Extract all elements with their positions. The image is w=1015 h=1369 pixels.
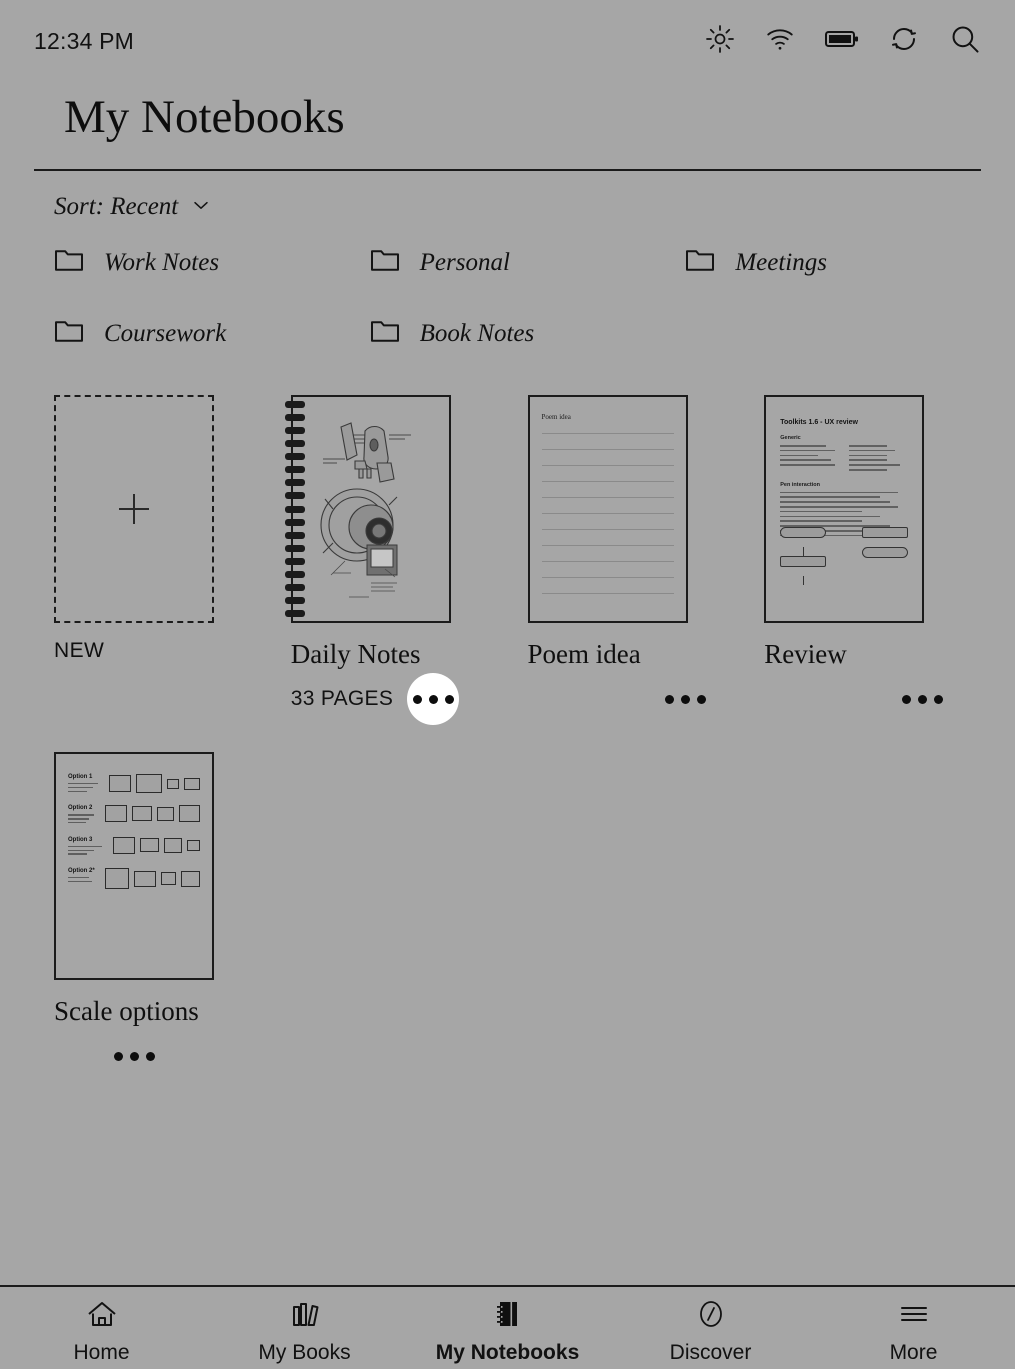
more-options-icon[interactable]: [896, 673, 948, 725]
folder-label: Book Notes: [419, 319, 535, 347]
notebook-thumbnail[interactable]: Option 1 Option 2 Option 3 Option 2*: [54, 752, 214, 981]
notebook-title: Review: [764, 639, 847, 669]
notebook-card-footer: [528, 676, 744, 722]
notebook-card-footer: 33 PAGES: [290, 673, 507, 726]
notebook-card-footer: [54, 1033, 214, 1079]
nav-item-more[interactable]: More: [812, 1292, 1015, 1365]
wifi-icon[interactable]: [765, 24, 795, 59]
folder-item-book-notes[interactable]: Book Notes: [350, 318, 666, 349]
folder-label: Work Notes: [104, 248, 220, 276]
thumbnail-option-label: Option 3: [68, 836, 93, 843]
notebook-thumbnail[interactable]: [284, 395, 451, 623]
thumbnail-option-label: Option 2: [68, 805, 93, 812]
home-icon: [85, 1298, 119, 1335]
sketch-thumbnail-art: [320, 422, 411, 598]
brightness-icon[interactable]: [705, 24, 735, 59]
nav-label: More: [889, 1340, 938, 1364]
sort-dropdown[interactable]: Sort: Recent: [54, 193, 212, 221]
folder-label: Coursework: [104, 319, 227, 347]
sync-icon[interactable]: [889, 24, 919, 59]
bottom-navigation: Home My Books My Notebooks Discover More: [0, 1285, 1015, 1369]
folder-list: Work Notes Personal Meetings Coursework …: [0, 221, 1015, 349]
notebook-card-new[interactable]: NEW: [34, 395, 270, 722]
nav-item-home[interactable]: Home: [0, 1292, 203, 1365]
notebooks-screen: 12:34 PM My Notebooks Sort: Recent Work …: [0, 0, 1015, 1369]
thumbnail-option-label: Option 2*: [68, 868, 95, 875]
thumbnail-title: Toolkits 1.6 - UX review: [780, 419, 858, 426]
spiral-binding: [284, 401, 305, 617]
notebook-grid: NEW Daily Notes 33 PAGES Poem idea Poem …: [0, 349, 1015, 1285]
notebook-title: Scale options: [54, 996, 199, 1027]
notebook-title: NEW: [54, 639, 105, 662]
folder-icon: [685, 247, 715, 278]
nav-label: My Books: [258, 1340, 351, 1364]
more-options-icon[interactable]: [108, 1030, 160, 1082]
battery-icon[interactable]: [825, 27, 859, 56]
search-icon[interactable]: [949, 23, 981, 60]
folder-icon: [54, 247, 84, 278]
thumbnail-option-label: Option 1: [68, 774, 93, 781]
compass-icon: [694, 1298, 728, 1335]
more-options-icon[interactable]: [407, 673, 460, 726]
chevron-down-icon: [190, 194, 212, 221]
page-count: 33 PAGES: [290, 687, 394, 711]
notebook-title: Daily Notes: [290, 639, 421, 669]
scale-options-art: Option 1 Option 2 Option 3 Option 2*: [56, 754, 212, 978]
nav-item-discover[interactable]: Discover: [609, 1292, 812, 1365]
folder-item-personal[interactable]: Personal: [350, 247, 666, 278]
folder-item-coursework[interactable]: Coursework: [34, 318, 350, 349]
thumbnail-title: Poem idea: [541, 413, 571, 421]
folder-item-meetings[interactable]: Meetings: [665, 247, 981, 278]
folder-label: Meetings: [735, 248, 827, 276]
notebook-card-review[interactable]: Toolkits 1.6 - UX review Generic Pen int…: [744, 395, 980, 722]
thumbnail-heading: Generic: [780, 435, 801, 441]
status-clock: 12:34 PM: [34, 27, 135, 54]
notebook-card-daily-notes[interactable]: Daily Notes 33 PAGES: [271, 395, 507, 726]
folder-label: Personal: [419, 248, 510, 276]
books-icon: [288, 1298, 322, 1335]
new-notebook-thumb[interactable]: [54, 395, 214, 623]
notebook-card-footer: [764, 676, 980, 722]
more-options-icon[interactable]: [660, 673, 712, 725]
flowchart-art: [780, 527, 909, 585]
menu-icon: [897, 1298, 931, 1335]
sort-label: Sort: Recent: [54, 193, 179, 220]
notebook-thumbnail[interactable]: Poem idea: [527, 395, 688, 623]
notebook-thumbnail[interactable]: Toolkits 1.6 - UX review Generic Pen int…: [764, 395, 925, 623]
nav-item-my-notebooks[interactable]: My Notebooks: [406, 1292, 609, 1365]
notebook-title: Poem idea: [527, 639, 641, 669]
status-bar: 12:34 PM: [0, 0, 1015, 82]
status-icon-group: [705, 23, 981, 60]
ruled-page-art: Poem idea: [530, 397, 686, 621]
notebook-card-poem-idea[interactable]: Poem idea Poem idea: [508, 395, 744, 722]
sort-row: Sort: Recent: [0, 171, 1015, 221]
folder-icon: [54, 318, 84, 349]
notebook-card-scale-options[interactable]: Option 1 Option 2 Option 3 Option 2* Sca…: [34, 752, 270, 1079]
folder-icon: [370, 318, 400, 349]
page-title: My Notebooks: [64, 91, 345, 143]
notebook-icon: [491, 1298, 525, 1335]
nav-label: Discover: [669, 1340, 752, 1364]
nav-label: My Notebooks: [435, 1340, 580, 1364]
nav-label: Home: [73, 1340, 130, 1364]
page-header: My Notebooks: [0, 82, 1015, 171]
thumbnail-heading: Pen interaction: [780, 481, 820, 488]
plus-icon: [119, 494, 149, 524]
folder-item-work-notes[interactable]: Work Notes: [34, 247, 350, 278]
folder-icon: [370, 247, 400, 278]
document-thumbnail-art: Toolkits 1.6 - UX review Generic Pen int…: [766, 397, 922, 621]
nav-item-my-books[interactable]: My Books: [203, 1292, 406, 1365]
